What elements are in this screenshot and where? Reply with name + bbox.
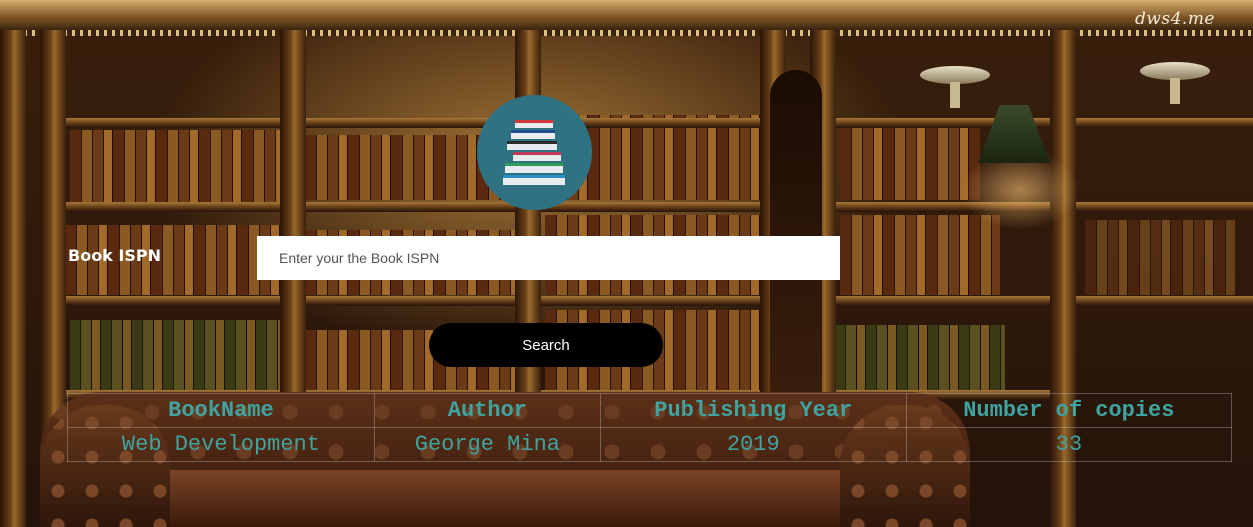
results-table: BookName Author Publishing Year Number o… [67,393,1233,462]
column-header-author: Author [373,393,601,428]
search-button[interactable]: Search [429,323,663,367]
book-isbn-input[interactable] [257,236,840,280]
cell-bookname: Web Development [67,427,375,462]
sofa-seat [40,470,970,527]
table-header-row: BookName Author Publishing Year Number o… [67,393,1233,428]
book-isbn-label: Book ISPN [68,246,161,265]
bookshelf-row [1085,220,1235,295]
shelf-arch [770,70,822,400]
column-header-publishing-year: Publishing Year [599,393,907,428]
bowl-stand [1170,78,1180,104]
cell-publishing-year: 2019 [599,427,907,462]
lamp-icon [978,105,1050,163]
watermark: dws4.me [1134,9,1215,29]
bookshelf-row [70,130,280,205]
bookshelf-row [835,325,1005,390]
cell-number-of-copies: 33 [905,427,1233,462]
column-header-bookname: BookName [67,393,375,428]
bowl-stand [950,82,960,108]
wood-column [0,30,26,527]
ceiling-molding [0,0,1253,30]
bookshelf-row [70,320,280,390]
cell-author: George Mina [373,427,601,462]
column-header-number-of-copies: Number of copies [905,393,1233,428]
book-stack-icon [477,95,592,210]
table-row: Web Development George Mina 2019 33 [67,427,1233,462]
bookshelf-row [840,125,980,200]
